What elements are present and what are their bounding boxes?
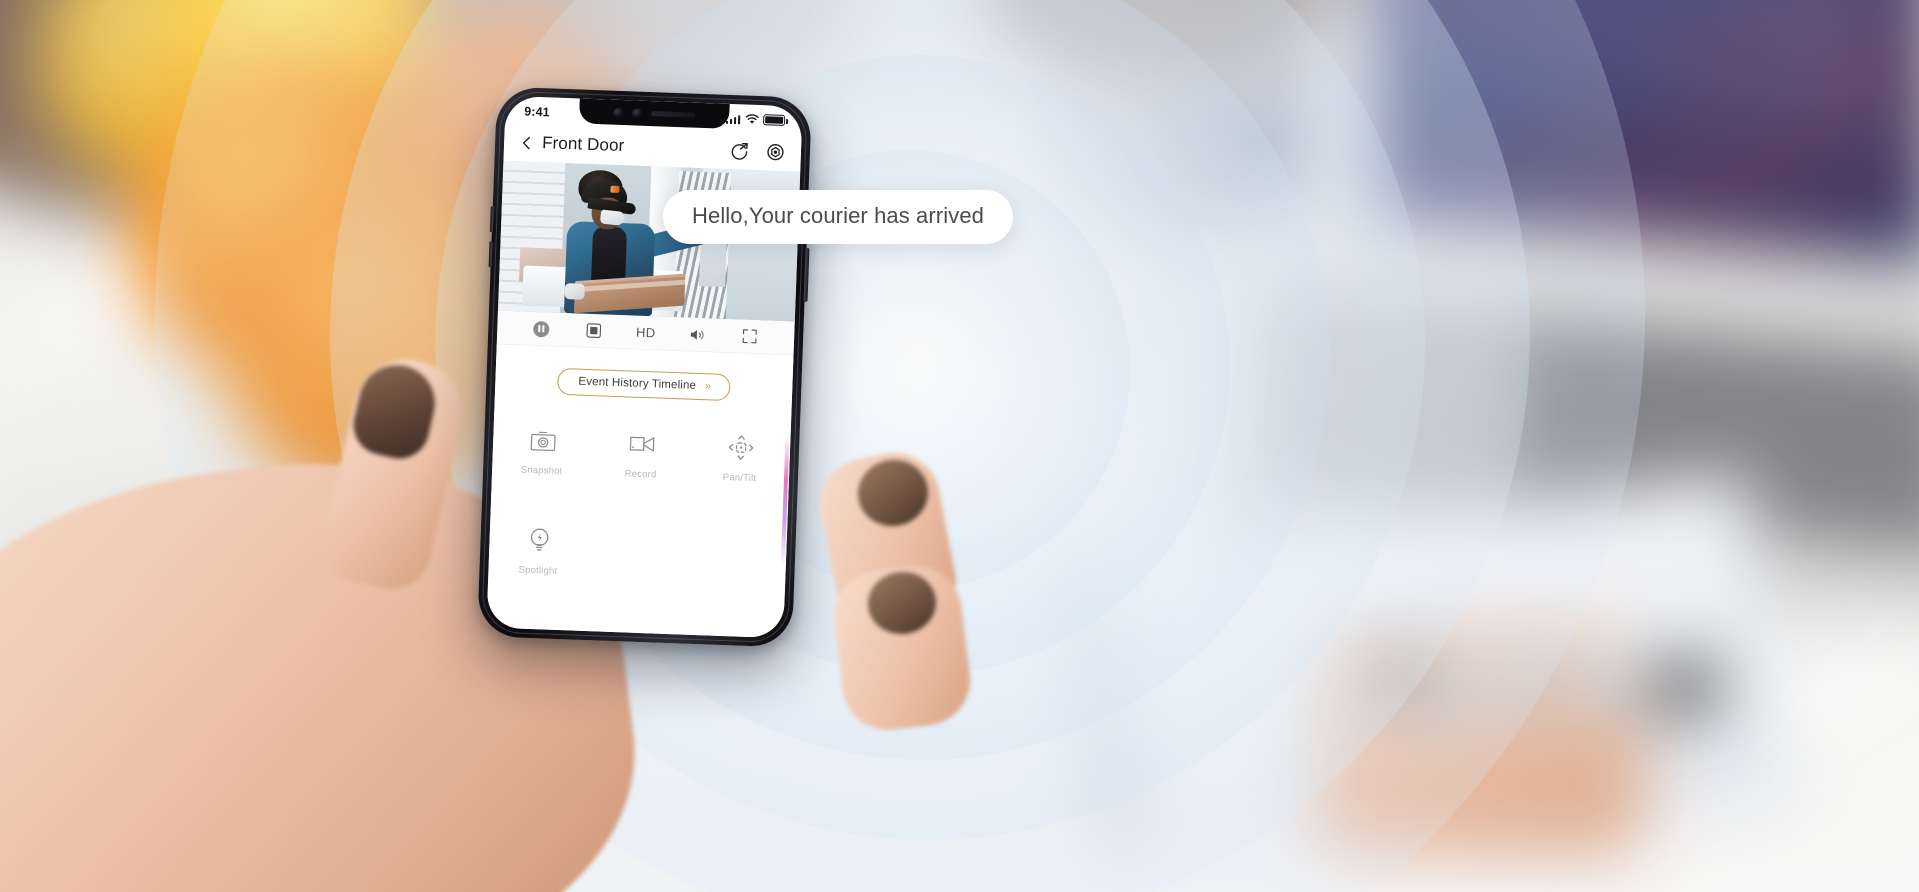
speech-bubble-text: Hello,Your courier has arrived [692,203,984,228]
promo-scene: 9:41 Front Door HD Event History Timelin… [0,0,1919,892]
hand-fingers-foreground [0,0,1919,892]
speech-bubble: Hello,Your courier has arrived [663,190,1013,244]
